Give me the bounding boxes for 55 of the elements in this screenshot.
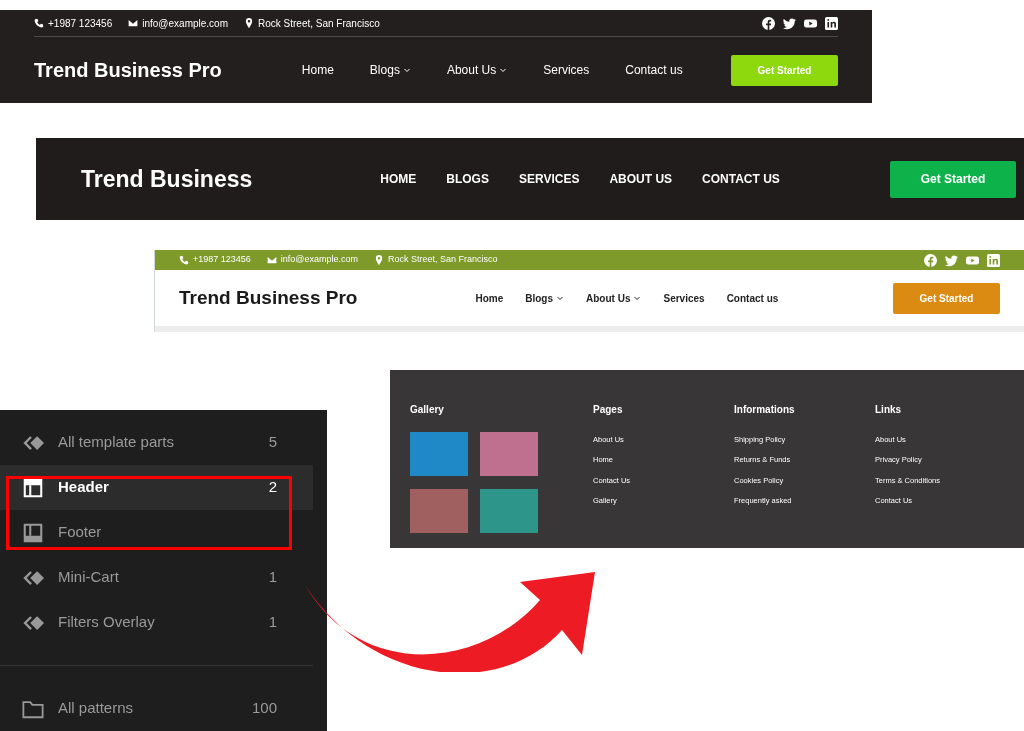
nav-link[interactable]: BLOGS [446,170,489,188]
envelope-icon [128,18,139,28]
phone-icon [34,18,44,28]
site-logo[interactable]: Trend Business Pro [34,55,222,85]
nav-link[interactable]: SERVICES [518,170,580,188]
map-pin-icon [374,255,384,265]
nav-link[interactable]: About Us [446,61,508,79]
item-count: 1 [268,612,277,633]
nav-link[interactable]: Home [475,290,504,306]
nav-link[interactable]: About Us [586,290,642,306]
nav-link[interactable]: ABOUT US [609,170,673,188]
nav-link[interactable]: Services [663,290,705,306]
nav-link[interactable]: Contact us [625,61,683,79]
chevron-down-icon [402,66,411,74]
nav-link[interactable]: Blogs [525,290,565,306]
address-text: Rock Street, San Francisco [388,253,498,267]
sidebar-item[interactable]: Footer [0,510,313,556]
facebook-icon[interactable] [762,16,775,30]
header-layout-icon [22,476,44,499]
item-count: 100 [251,698,277,719]
footer-layout-icon [22,521,44,544]
sidebar-item[interactable]: Header 2 [0,465,313,511]
nav-link[interactable]: CONTACT US [702,170,780,188]
footer-heading: Pages [593,403,624,417]
sidebar-item[interactable]: All patterns 100 [0,686,313,731]
envelope-icon [266,255,277,265]
nav-link[interactable]: Contact us [726,290,779,306]
twitter-icon[interactable] [783,16,796,30]
site-logo[interactable]: Trend Business Pro [179,283,358,313]
email-address: info@example.com [142,16,228,31]
chevron-down-icon [556,294,565,302]
nav-link[interactable]: Services [543,61,590,79]
phone-number: +1987 123456 [193,253,251,267]
footer-heading: Links [875,403,903,417]
site-logo[interactable]: Trend Business [81,161,253,197]
nav-link[interactable]: Home [301,61,334,79]
map-pin-icon [244,18,254,28]
item-count: 5 [268,432,277,453]
item-count: 2 [268,477,277,498]
nav-link[interactable]: HOME [380,170,417,188]
footer-heading: Informations [734,403,796,417]
address-text: Rock Street, San Francisco [258,16,380,31]
phone-icon [179,255,189,265]
linkedin-icon[interactable] [825,16,838,30]
sidebar-item[interactable]: Mini-Cart 1 [0,555,313,601]
phone-number: +1987 123456 [48,16,113,31]
youtube-icon[interactable] [804,16,817,30]
sidebar-item[interactable]: Filters Overlay 1 [0,600,313,646]
sidebar-item[interactable]: All template parts 5 [0,420,313,465]
nav-link[interactable]: Blogs [369,61,411,79]
gallery-heading: Gallery [410,403,445,417]
chevron-down-icon [633,294,642,302]
email-address: info@example.com [280,253,358,267]
item-count: 1 [268,567,277,588]
chevron-down-icon [499,66,508,74]
